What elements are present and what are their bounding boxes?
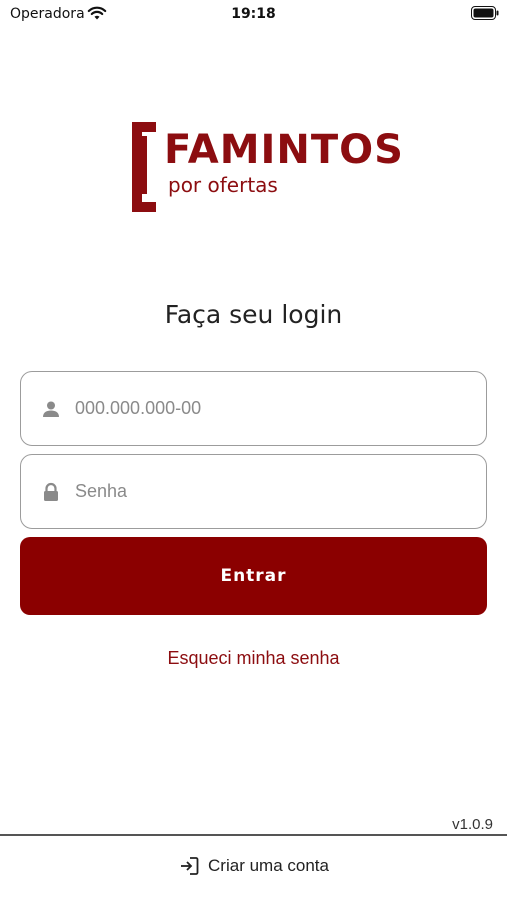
page-title: Faça seu login bbox=[164, 300, 343, 329]
battery-icon bbox=[471, 6, 499, 20]
logo-subtitle: por ofertas bbox=[168, 173, 278, 197]
footer-divider bbox=[0, 834, 507, 836]
cpf-field[interactable] bbox=[20, 371, 487, 446]
password-input[interactable] bbox=[75, 481, 486, 502]
status-bar: Operadora 19:18 bbox=[0, 0, 507, 30]
cpf-input[interactable] bbox=[75, 398, 486, 419]
clock: 19:18 bbox=[231, 6, 276, 22]
forgot-password-link[interactable]: Esqueci minha senha bbox=[0, 648, 507, 669]
password-field[interactable] bbox=[20, 454, 487, 529]
login-enter-icon bbox=[181, 857, 199, 875]
user-icon bbox=[43, 401, 59, 417]
lock-icon bbox=[44, 482, 58, 501]
version-label: v1.0.9 bbox=[452, 816, 493, 833]
enter-button[interactable]: Entrar bbox=[20, 537, 487, 615]
app-logo: FAMINTOS por ofertas bbox=[128, 118, 403, 218]
create-account-button[interactable]: Criar uma conta bbox=[0, 855, 507, 877]
logo-title: FAMINTOS bbox=[164, 127, 404, 173]
create-account-label: Criar uma conta bbox=[208, 856, 329, 875]
logo-bracket-icon bbox=[132, 122, 156, 212]
